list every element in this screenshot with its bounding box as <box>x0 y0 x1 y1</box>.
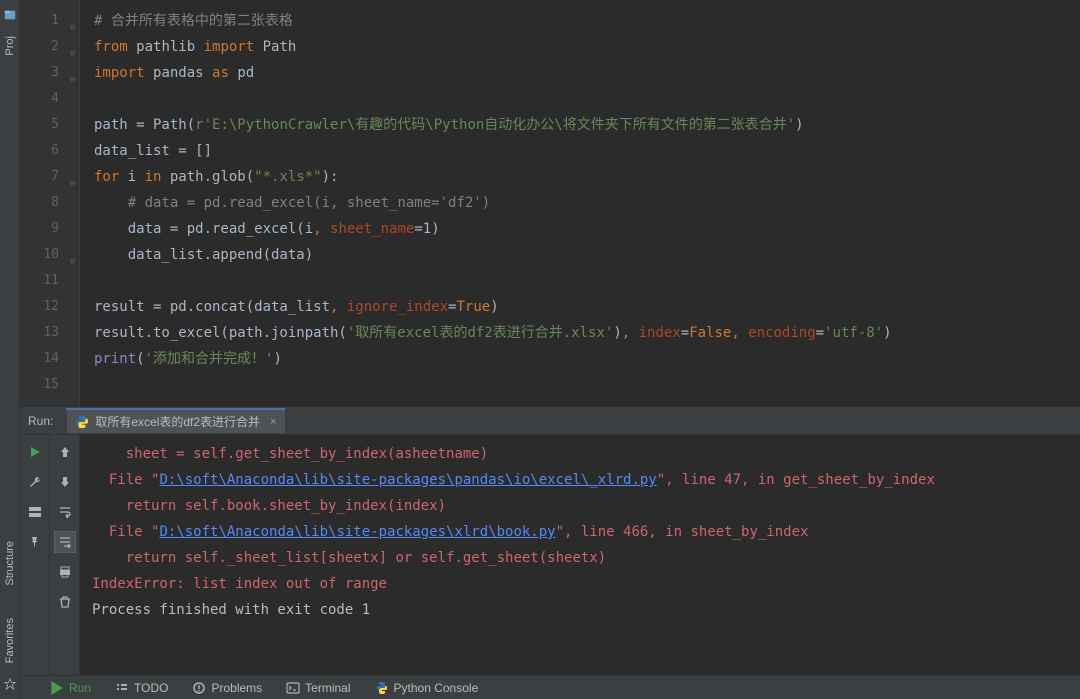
console-line: return self._sheet_list[sheetx] or self.… <box>92 545 1080 571</box>
bottom-toolbar: Run TODO Problems Terminal Python Consol… <box>20 675 1080 699</box>
rerun-button[interactable] <box>24 441 46 463</box>
up-arrow-icon[interactable] <box>54 441 76 463</box>
gutter-line[interactable]: 4 <box>20 86 79 112</box>
console-line: File "D:\soft\Anaconda\lib\site-packages… <box>92 519 1080 545</box>
gutter-line[interactable]: 2⊖ <box>20 34 79 60</box>
gutter-line[interactable]: 3⊖ <box>20 60 79 86</box>
code-line[interactable]: data_list = [] <box>94 138 1080 164</box>
code-line[interactable]: data = pd.read_excel(i, sheet_name=1) <box>94 216 1080 242</box>
run-toolbar-secondary <box>50 435 80 675</box>
console-line: File "D:\soft\Anaconda\lib\site-packages… <box>92 467 1080 493</box>
code-line[interactable]: from pathlib import Path <box>94 34 1080 60</box>
gutter-line[interactable]: 8 <box>20 190 79 216</box>
code-line[interactable]: result.to_excel(path.joinpath('取所有excel表… <box>94 320 1080 346</box>
run-body: sheet = self.get_sheet_by_index(asheetna… <box>20 435 1080 675</box>
wrench-icon[interactable] <box>24 471 46 493</box>
code-line[interactable]: data_list.append(data) <box>94 242 1080 268</box>
console-line: return self.book.sheet_by_index(index) <box>92 493 1080 519</box>
console-line: Process finished with exit code 1 <box>92 597 1080 623</box>
gutter-line[interactable]: 15 <box>20 372 79 398</box>
code-line[interactable]: for i in path.glob("*.xls*"): <box>94 164 1080 190</box>
gutter-line[interactable]: 13 <box>20 320 79 346</box>
code-line[interactable]: path = Path(r'E:\PythonCrawler\有趣的代码\Pyt… <box>94 112 1080 138</box>
gutter-line[interactable]: 11 <box>20 268 79 294</box>
run-toolbar-primary <box>20 435 50 675</box>
close-icon[interactable]: × <box>270 416 276 428</box>
editor-gutter[interactable]: 1⊖2⊖3⊖4567⊖8910⊖1112131415 <box>20 0 80 406</box>
fold-icon[interactable]: ⊖ <box>65 249 75 259</box>
gutter-line[interactable]: 6 <box>20 138 79 164</box>
favorites-icon[interactable] <box>3 677 17 691</box>
scroll-to-end-icon[interactable] <box>54 531 76 553</box>
bottom-python-console-button[interactable]: Python Console <box>375 681 479 695</box>
code-line[interactable]: # 合并所有表格中的第二张表格 <box>94 8 1080 34</box>
run-tab-title: 取所有excel表的df2表进行合并 <box>95 413 260 430</box>
gutter-line[interactable]: 10⊖ <box>20 242 79 268</box>
code-line[interactable]: print('添加和合并完成！') <box>94 346 1080 372</box>
favorites-tool-label[interactable]: Favorites <box>4 618 16 663</box>
project-tool-label[interactable]: Proj <box>4 36 16 56</box>
gutter-line[interactable]: 12 <box>20 294 79 320</box>
bottom-todo-button[interactable]: TODO <box>115 681 168 695</box>
down-arrow-icon[interactable] <box>54 471 76 493</box>
code-line[interactable] <box>94 86 1080 112</box>
run-config-tab[interactable]: 取所有excel表的df2表进行合并 × <box>65 408 284 433</box>
code-line[interactable]: import pandas as pd <box>94 60 1080 86</box>
fold-icon[interactable]: ⊖ <box>65 67 75 77</box>
layout-icon[interactable] <box>24 501 46 523</box>
trash-icon[interactable] <box>54 591 76 613</box>
console-line: sheet = self.get_sheet_by_index(asheetna… <box>92 441 1080 467</box>
bottom-terminal-button[interactable]: Terminal <box>286 681 350 695</box>
bottom-problems-label: Problems <box>211 681 262 695</box>
code-content[interactable]: # 合并所有表格中的第二张表格from pathlib import Pathi… <box>80 0 1080 406</box>
bottom-todo-label: TODO <box>134 681 168 695</box>
code-line[interactable]: # data = pd.read_excel(i, sheet_name='df… <box>94 190 1080 216</box>
bottom-terminal-label: Terminal <box>305 681 350 695</box>
bottom-problems-button[interactable]: Problems <box>192 681 262 695</box>
run-panel-label: Run: <box>28 414 53 428</box>
structure-tool-label[interactable]: Structure <box>4 541 16 586</box>
gutter-line[interactable]: 1⊖ <box>20 8 79 34</box>
bottom-python-console-label: Python Console <box>394 681 479 695</box>
print-icon[interactable] <box>54 561 76 583</box>
gutter-line[interactable]: 14 <box>20 346 79 372</box>
code-line[interactable]: result = pd.concat(data_list, ignore_ind… <box>94 294 1080 320</box>
run-panel: Run: 取所有excel表的df2表进行合并 × <box>20 406 1080 675</box>
gutter-line[interactable]: 7⊖ <box>20 164 79 190</box>
tool-window-stripe-left: Proj Structure Favorites <box>0 0 20 699</box>
traceback-link[interactable]: D:\soft\Anaconda\lib\site-packages\panda… <box>159 472 656 488</box>
fold-icon[interactable]: ⊖ <box>65 41 75 51</box>
run-panel-header: Run: 取所有excel表的df2表进行合并 × <box>20 407 1080 435</box>
main-area: 1⊖2⊖3⊖4567⊖8910⊖1112131415 # 合并所有表格中的第二张… <box>20 0 1080 699</box>
fold-icon[interactable]: ⊖ <box>65 15 75 25</box>
traceback-link[interactable]: D:\soft\Anaconda\lib\site-packages\xlrd\… <box>159 524 555 540</box>
console-line: IndexError: list index out of range <box>92 571 1080 597</box>
pin-icon[interactable] <box>24 531 46 553</box>
bottom-run-label: Run <box>69 681 91 695</box>
python-icon <box>75 415 89 429</box>
console-output[interactable]: sheet = self.get_sheet_by_index(asheetna… <box>80 435 1080 675</box>
code-editor[interactable]: 1⊖2⊖3⊖4567⊖8910⊖1112131415 # 合并所有表格中的第二张… <box>20 0 1080 406</box>
code-line[interactable] <box>94 268 1080 294</box>
fold-icon[interactable]: ⊖ <box>65 171 75 181</box>
project-icon[interactable] <box>3 8 17 22</box>
soft-wrap-icon[interactable] <box>54 501 76 523</box>
gutter-line[interactable]: 9 <box>20 216 79 242</box>
code-line[interactable] <box>94 372 1080 398</box>
gutter-line[interactable]: 5 <box>20 112 79 138</box>
bottom-run-button[interactable]: Run <box>50 681 91 695</box>
